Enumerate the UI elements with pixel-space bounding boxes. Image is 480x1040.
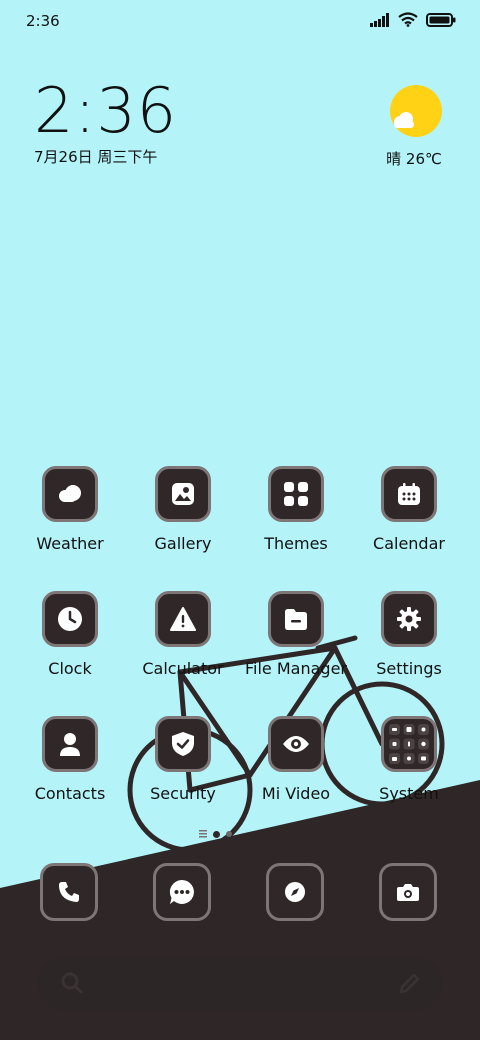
- app-label: Mi Video: [261, 784, 331, 803]
- gear-icon: [381, 591, 437, 647]
- app-calculator[interactable]: Calculator: [128, 591, 238, 678]
- app-weather[interactable]: Weather: [15, 466, 125, 553]
- system-folder-icon: [381, 716, 437, 772]
- contact-person-icon: [42, 716, 98, 772]
- camera-icon: [397, 884, 419, 901]
- edit-pen-icon[interactable]: [398, 971, 422, 995]
- gallery-image-icon: [155, 466, 211, 522]
- page-dot-active: [213, 830, 220, 838]
- weather-cloud-icon: [42, 466, 98, 522]
- page-indicator[interactable]: [199, 830, 232, 838]
- app-contacts[interactable]: Contacts: [15, 716, 125, 803]
- app-file-manager[interactable]: File Manager: [241, 591, 351, 678]
- app-label: System: [379, 784, 439, 803]
- search-bar[interactable]: [38, 956, 442, 1010]
- dock-phone[interactable]: [40, 863, 98, 921]
- app-label: Gallery: [154, 534, 212, 553]
- app-label: Settings: [376, 659, 442, 678]
- menu-lines-icon: [199, 830, 207, 838]
- eye-icon: [268, 716, 324, 772]
- calendar-icon: [381, 466, 437, 522]
- app-gallery[interactable]: Gallery: [128, 466, 238, 553]
- app-calendar[interactable]: Calendar: [354, 466, 464, 553]
- app-label: Calculator: [142, 659, 224, 678]
- warning-triangle-icon: [155, 591, 211, 647]
- app-themes[interactable]: Themes: [241, 466, 351, 553]
- app-clock[interactable]: Clock: [15, 591, 125, 678]
- app-settings[interactable]: Settings: [354, 591, 464, 678]
- app-label: Clock: [48, 659, 92, 678]
- browser-compass-icon: [285, 882, 305, 902]
- messages-icon: [169, 879, 194, 904]
- clock-icon: [42, 591, 98, 647]
- search-icon: [61, 972, 83, 994]
- app-security[interactable]: Security: [128, 716, 238, 803]
- folder-icon: [268, 591, 324, 647]
- app-system-folder[interactable]: System: [354, 716, 464, 803]
- page-dot: [226, 831, 232, 837]
- app-label: Calendar: [373, 534, 445, 553]
- app-label: Weather: [36, 534, 104, 553]
- app-label: Contacts: [34, 784, 106, 803]
- app-label: Security: [150, 784, 216, 803]
- shield-check-icon: [155, 716, 211, 772]
- app-mi-video[interactable]: Mi Video: [241, 716, 351, 803]
- dock-camera[interactable]: [379, 863, 437, 921]
- app-label: File Manager: [245, 659, 347, 678]
- dock-browser[interactable]: [266, 863, 324, 921]
- app-label: Themes: [264, 534, 328, 553]
- themes-grid-icon: [268, 466, 324, 522]
- dock-messages[interactable]: [153, 863, 211, 921]
- phone-icon: [59, 882, 79, 902]
